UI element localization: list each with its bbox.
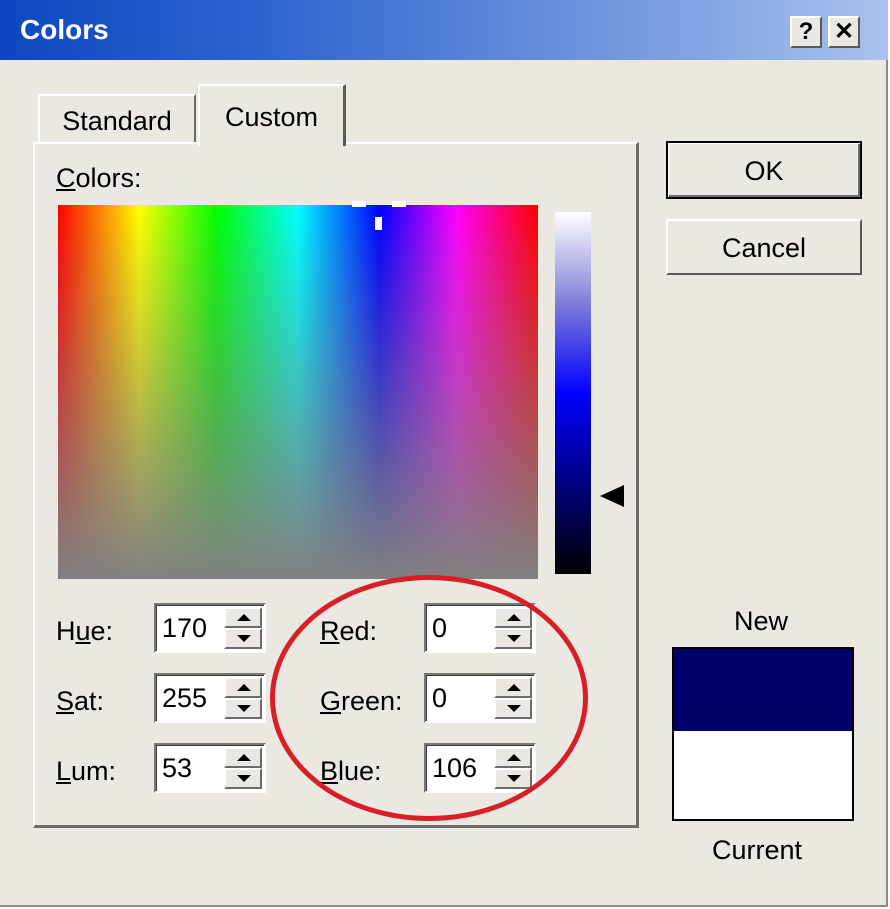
new-color-label: New (734, 606, 789, 636)
sat-label: Sat: (56, 686, 104, 717)
lum-spinner[interactable] (224, 747, 262, 789)
colors-dialog: Colors ? ✕ Standard Custom Colors: Hue: … (0, 0, 888, 907)
sat-spinner[interactable] (224, 677, 262, 719)
spin-up-arrow-icon (237, 754, 251, 761)
hue-label-mnemonic: u (75, 616, 91, 646)
spin-up-arrow-icon (237, 684, 251, 691)
colors-label-text: olors: (75, 163, 142, 193)
current-color-swatch (674, 731, 852, 819)
sat-field[interactable]: 255 (154, 673, 266, 723)
spin-down-arrow-icon (237, 775, 251, 782)
colors-label: Colors: (56, 163, 142, 194)
sat-spin-down-button[interactable] (224, 698, 262, 719)
cancel-button[interactable]: Cancel (666, 219, 862, 275)
color-preview-swatch (672, 647, 854, 821)
spin-up-arrow-icon (237, 614, 251, 621)
spectrum-crosshair[interactable] (352, 201, 406, 231)
lum-field[interactable]: 53 (154, 743, 266, 793)
luminance-slider[interactable] (555, 212, 591, 574)
hue-label: Hue: (56, 616, 113, 647)
hue-value: 170 (162, 613, 208, 643)
tab-standard-label: Standard (62, 106, 172, 136)
current-color-label: Current (712, 835, 803, 865)
close-button[interactable]: ✕ (828, 16, 860, 48)
lum-label: Lum: (56, 756, 116, 787)
help-button[interactable]: ? (790, 16, 822, 48)
luminance-arrow-icon[interactable] (600, 485, 624, 507)
hue-spinner[interactable] (224, 607, 262, 649)
color-spectrum[interactable] (58, 205, 538, 579)
crosshair-left-mark (352, 201, 366, 207)
ok-button[interactable]: OK (666, 141, 862, 199)
sat-value: 255 (162, 683, 208, 713)
lum-spin-up-button[interactable] (224, 747, 262, 768)
hue-label-pre: H (56, 616, 76, 646)
new-color-swatch (674, 649, 852, 731)
tab-standard[interactable]: Standard (38, 94, 196, 142)
tab-custom[interactable]: Custom (198, 84, 346, 146)
window-title: Colors (20, 14, 109, 45)
annotation-circle (270, 575, 588, 821)
tab-custom-label: Custom (224, 102, 319, 132)
hue-spin-up-button[interactable] (224, 607, 262, 628)
hue-label-post: e: (90, 616, 114, 646)
hue-field[interactable]: 170 (154, 603, 266, 653)
crosshair-right-mark (392, 201, 406, 207)
sat-label-mnemonic: S (56, 686, 75, 716)
lum-value: 53 (162, 753, 193, 783)
sat-label-post: at: (74, 686, 105, 716)
hue-spin-down-button[interactable] (224, 628, 262, 649)
spin-down-arrow-icon (237, 705, 251, 712)
lum-label-post: um: (71, 756, 117, 786)
crosshair-bottom-mark (375, 217, 382, 230)
lum-label-mnemonic: L (56, 756, 72, 786)
spin-down-arrow-icon (237, 635, 251, 642)
title-bar[interactable]: Colors ? ✕ (0, 0, 888, 60)
sat-spin-up-button[interactable] (224, 677, 262, 698)
lum-spin-down-button[interactable] (224, 768, 262, 789)
colors-label-mnemonic: C (56, 163, 76, 193)
